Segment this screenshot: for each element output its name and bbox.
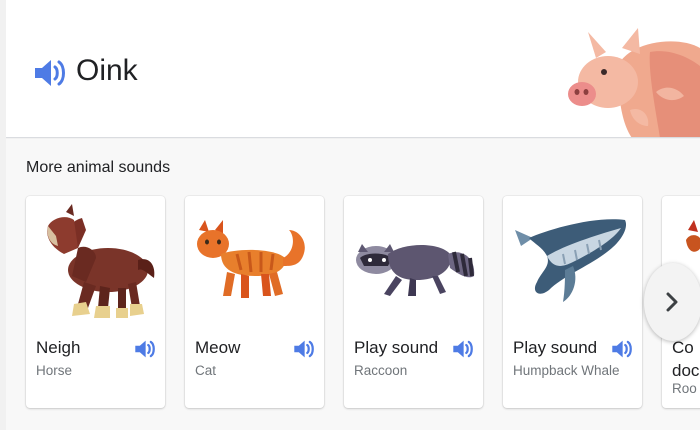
animal-card-humpback-whale[interactable]: Play sound Humpback Whale (503, 196, 642, 408)
horse-illustration (47, 204, 155, 318)
answer-card: Oink (6, 0, 700, 138)
speaker-icon[interactable] (451, 338, 475, 360)
animal-card-cat[interactable]: Meow Cat (185, 196, 324, 408)
card-label: Meow (195, 338, 241, 357)
speaker-icon[interactable] (292, 338, 316, 360)
animal-card-raccoon[interactable]: Play sound Raccoon (344, 196, 483, 408)
humpback-whale-illustration (515, 219, 627, 302)
card-label: Play sound (354, 338, 439, 357)
card-label: Neigh (36, 338, 81, 357)
animal-card-horse[interactable]: Neigh Horse (26, 196, 165, 408)
speaker-icon[interactable] (133, 338, 157, 360)
section-heading: More animal sounds (26, 159, 171, 176)
chevron-right-icon (666, 292, 678, 312)
card-subtitle: Roo (672, 381, 697, 396)
sound-title: Oink (76, 54, 138, 87)
card-label: Play sound (513, 338, 598, 357)
card-subtitle: Cat (195, 363, 217, 378)
cat-illustration (197, 220, 305, 298)
card-subtitle: Horse (36, 363, 73, 378)
more-animal-sounds-section: More animal sounds Neigh Horse Meow Cat … (6, 139, 700, 430)
card-label-line2: doc (672, 361, 700, 380)
carousel-next-button[interactable] (644, 263, 700, 341)
animal-carousel: Neigh Horse Meow Cat Play sound Raccoon … (26, 196, 700, 408)
card-subtitle: Humpback Whale (513, 363, 620, 378)
pig-illustration (568, 28, 700, 137)
speaker-icon[interactable] (32, 56, 68, 90)
card-subtitle: Raccoon (354, 363, 408, 378)
card-label: Co (672, 338, 694, 357)
speaker-icon[interactable] (610, 338, 634, 360)
raccoon-illustration (356, 244, 475, 296)
